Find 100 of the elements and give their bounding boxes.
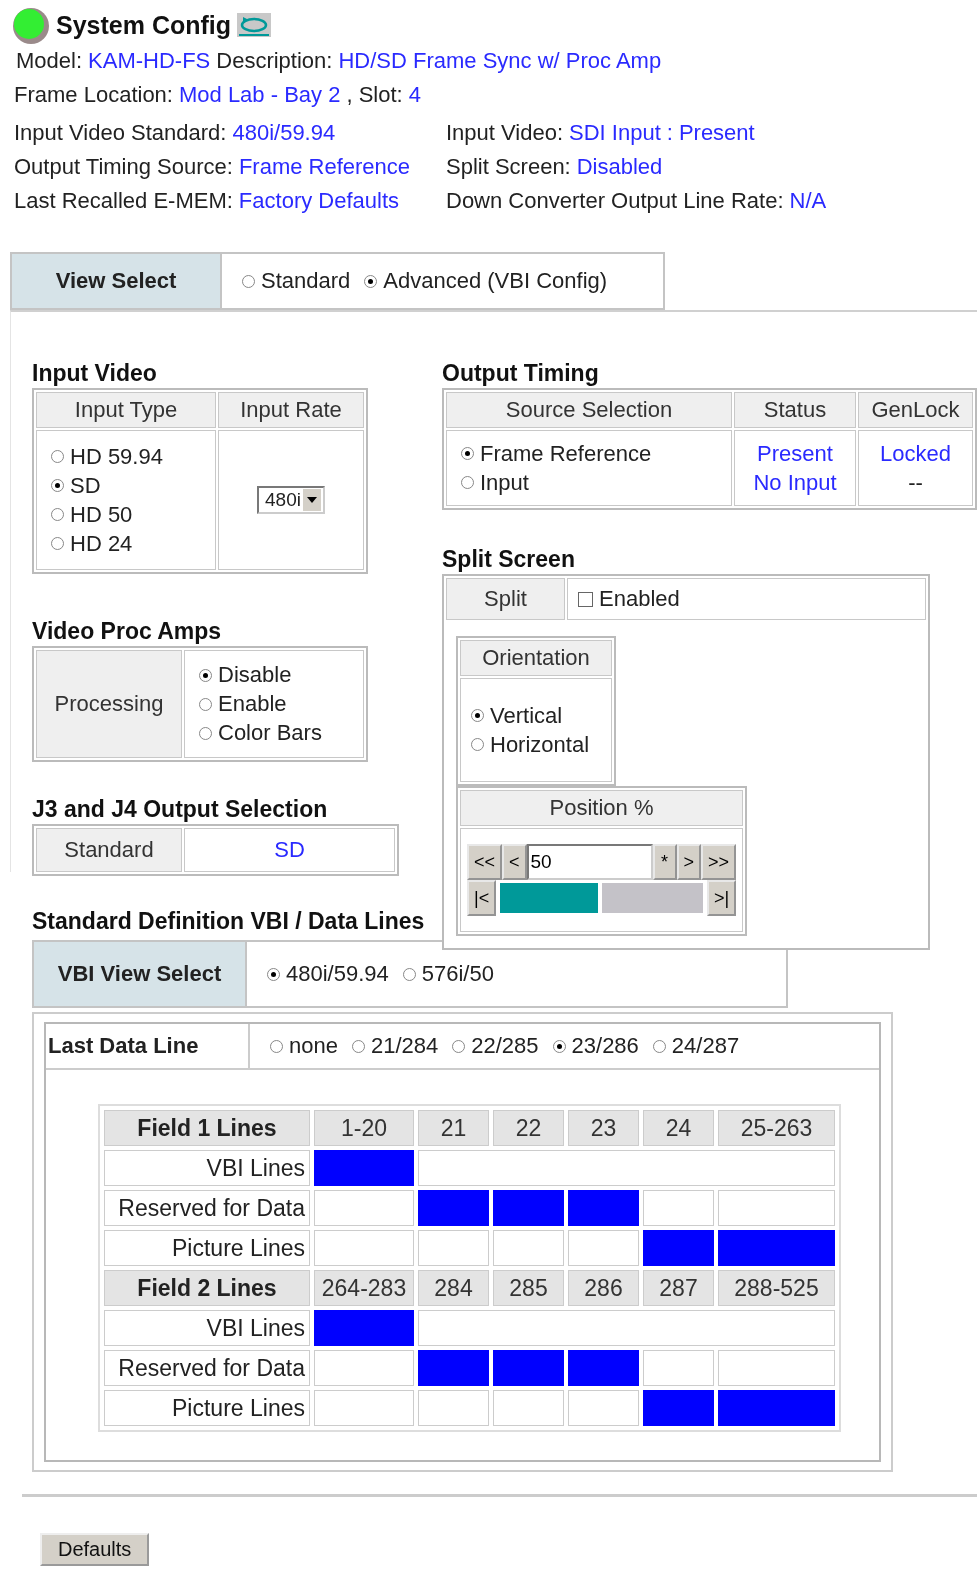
position-input[interactable]: 50 (526, 844, 653, 880)
radio-option[interactable]: 576i/50 (402, 961, 494, 987)
column-header: 284 (418, 1270, 489, 1306)
defaults-button[interactable]: Defaults (40, 1533, 150, 1566)
radio-option[interactable]: Vertical (461, 702, 611, 729)
column-header: 286 (568, 1270, 639, 1306)
info-link[interactable]: Frame Reference (238, 154, 411, 180)
column-header: 21 (418, 1110, 489, 1146)
info-label: Output Timing Source: (14, 154, 233, 180)
radio-option[interactable]: Horizontal (461, 731, 611, 758)
section-title: J3 and J4 Output Selection (32, 796, 329, 824)
field-header: Field 2 Lines (104, 1270, 310, 1306)
end-button[interactable]: >| (706, 880, 737, 916)
row-label: Picture Lines (104, 1390, 310, 1426)
column-header: 24 (643, 1110, 714, 1146)
row-header: Last Data Line (46, 1024, 250, 1068)
info-label: Last Recalled E-MEM: (14, 188, 233, 214)
row-header: Processing (36, 650, 182, 758)
column-header: Source Selection (446, 392, 732, 428)
info-link[interactable]: SDI Input (569, 120, 661, 146)
info-label: , Slot: (346, 82, 403, 108)
radio-option[interactable]: 21/284 (351, 1033, 439, 1059)
column-header: 22 (493, 1110, 564, 1146)
info-label: Frame Location: (14, 82, 173, 108)
step-button[interactable]: << (467, 844, 503, 880)
refresh-icon[interactable] (237, 13, 272, 37)
info-label: Split Screen: (446, 154, 571, 180)
row-label: VBI Lines (104, 1150, 310, 1186)
status-link[interactable]: No Input (735, 469, 855, 496)
column-header: GenLock (858, 392, 973, 428)
column-header: Input Type (36, 392, 216, 428)
section-title: Video Proc Amps (32, 618, 223, 646)
row-header: Split (446, 578, 565, 620)
section-title: Standard Definition VBI / Data Lines (32, 908, 426, 936)
start-button[interactable]: |< (467, 880, 497, 916)
radio-option[interactable]: HD 50 (37, 501, 215, 528)
section-title: Input Video (32, 360, 158, 388)
info-label: Model: (16, 48, 83, 74)
info-label: Description: (216, 48, 333, 74)
row-label: Reserved for Data (104, 1350, 310, 1386)
caret-icon (302, 489, 321, 511)
info-link[interactable]: Disabled (576, 154, 663, 180)
info-label: Input Video Standard: (14, 120, 227, 146)
radio-option[interactable]: Input (447, 469, 731, 496)
rate-dropdown[interactable]: 480i (257, 486, 325, 514)
section-title: Output Timing (442, 360, 600, 388)
field-header: Field 1 Lines (104, 1110, 310, 1146)
radio-option[interactable]: 480i/59.94 (267, 961, 389, 987)
radio-option[interactable]: 24/287 (652, 1033, 740, 1059)
column-header: 23 (568, 1110, 639, 1146)
column-header: 285 (493, 1270, 564, 1306)
info-label: Input Video: (446, 120, 564, 146)
info-link[interactable]: Factory Defaults (238, 188, 400, 214)
radio-option[interactable]: HD 59.94 (37, 443, 215, 470)
radio-option[interactable]: 22/285 (452, 1033, 539, 1059)
step-button[interactable]: < (502, 844, 527, 880)
step-button[interactable]: * (652, 844, 677, 880)
view-select-label: VBI View Select (34, 942, 247, 1006)
info-link[interactable]: Present (678, 120, 755, 146)
column-header: 1-20 (314, 1110, 414, 1146)
view-select-label: View Select (12, 254, 222, 308)
info-label: Down Converter Output Line Rate: (446, 188, 784, 214)
genlock-link[interactable]: Locked (859, 440, 972, 467)
info-link[interactable]: 480i/59.94 (232, 120, 336, 146)
step-button[interactable]: > (676, 844, 702, 880)
column-header: Status (734, 392, 856, 428)
info-link[interactable]: HD/SD Frame Sync w/ Proc Amp (338, 48, 662, 74)
info-link[interactable]: KAM-HD-FS (88, 48, 211, 74)
status-light-icon (10, 5, 50, 45)
radio-option[interactable]: Frame Reference (447, 440, 731, 467)
radio-option[interactable]: HD 24 (37, 530, 215, 557)
radio-option[interactable]: Enable (185, 691, 363, 717)
info-link[interactable]: Mod Lab - Bay 2 (178, 82, 341, 108)
output-link[interactable]: SD (274, 837, 305, 862)
row-label: Reserved for Data (104, 1190, 310, 1226)
row-header: Standard (36, 828, 182, 872)
radio-option[interactable]: Advanced (VBI Config) (364, 268, 608, 294)
info-link[interactable]: 4 (408, 82, 421, 108)
row-label: Picture Lines (104, 1230, 310, 1266)
column-header: 264-283 (314, 1270, 414, 1306)
status-link[interactable]: Present (735, 440, 855, 467)
radio-option[interactable]: none (270, 1033, 338, 1059)
radio-option[interactable]: Standard (242, 268, 351, 294)
slider-track[interactable] (500, 883, 703, 913)
info-link[interactable]: N/A (789, 188, 827, 214)
radio-option[interactable]: 23/286 (552, 1033, 639, 1059)
column-header: Orientation (460, 640, 612, 676)
column-header: Input Rate (218, 392, 364, 428)
radio-option[interactable]: Disable (185, 662, 363, 688)
column-header: Position % (460, 790, 744, 826)
column-header: 25-263 (718, 1110, 835, 1146)
column-header: 288-525 (718, 1270, 835, 1306)
info-link[interactable]: : (666, 120, 673, 146)
row-label: VBI Lines (104, 1310, 310, 1346)
radio-option[interactable]: SD (37, 472, 215, 499)
radio-option[interactable]: Color Bars (185, 720, 363, 746)
genlock-text: -- (907, 469, 924, 496)
column-header: 287 (643, 1270, 714, 1306)
step-button[interactable]: >> (701, 844, 737, 880)
page-title: System Config (56, 10, 232, 40)
